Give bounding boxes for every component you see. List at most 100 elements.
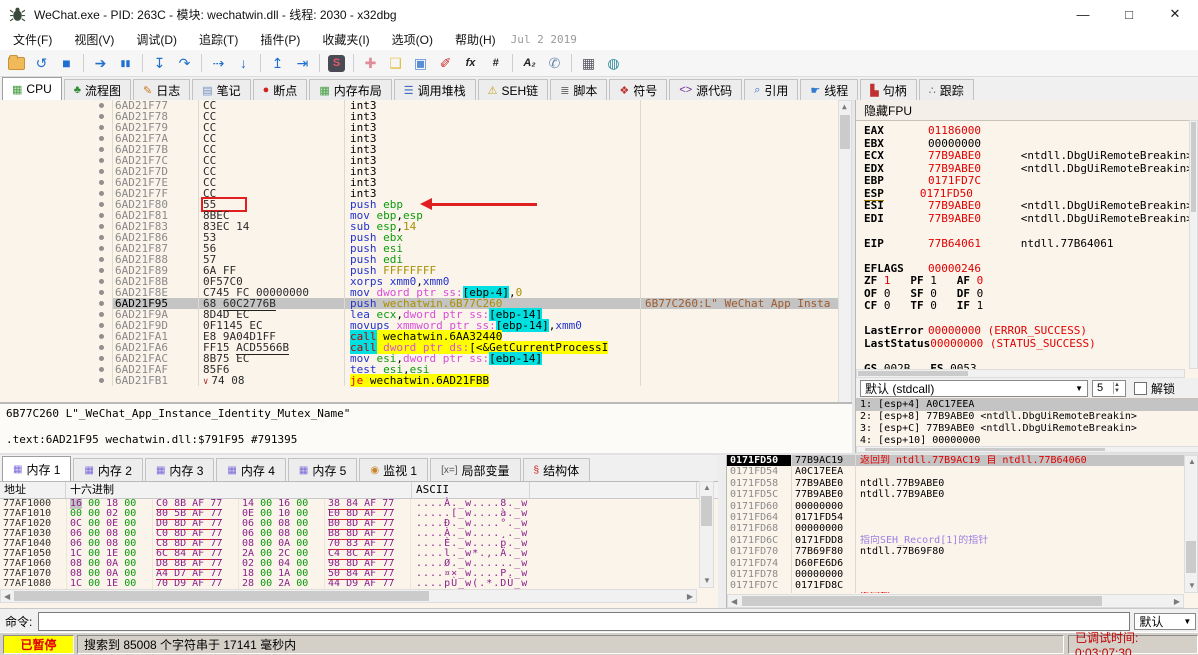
dump-vscrollbar[interactable]: ▲ ▼ — [699, 481, 714, 588]
tab-脚本[interactable]: ≣ 脚本 — [550, 79, 608, 100]
tab-引用[interactable]: ⌕ 引用 — [744, 79, 799, 100]
register-line[interactable]: EBP 0171FD7C — [864, 174, 1198, 188]
run-to-cursor-button[interactable]: ⇢ — [207, 52, 230, 74]
patch-button[interactable]: ✚ — [359, 52, 382, 74]
attach-button[interactable]: ✆ — [543, 52, 566, 74]
argument-row[interactable]: 3: [esp+C] 77B9ABE0 <ntdll.DbgUiRemoteBr… — [856, 423, 1198, 435]
hide-fpu-button[interactable]: 隐藏FPU — [856, 100, 1198, 121]
tab-监视 1[interactable]: ◉ 监视 1 — [359, 458, 429, 481]
comment-button[interactable]: ❑ — [384, 52, 407, 74]
dump-stack-splitter[interactable] — [718, 455, 726, 608]
stop-button[interactable]: ■ — [55, 52, 78, 74]
tab-内存 3[interactable]: ▦ 内存 3 — [144, 458, 215, 481]
menu-item[interactable]: 调试(D) — [127, 31, 186, 49]
stack-row[interactable]: 0171FD68 00000000 — [727, 523, 1198, 535]
maximize-button[interactable]: □ — [1106, 0, 1152, 28]
register-line[interactable]: LastStatus00000000 (STATUS_SUCCESS) — [864, 337, 1198, 351]
tab-SEH链[interactable]: ⚠ SEH链 — [477, 79, 549, 100]
argument-row[interactable]: 2: [esp+8] 77B9ABE0 <ntdll.DbgUiRemoteBr… — [856, 411, 1198, 423]
stack-row[interactable]: 0171FD54 A0C17EEA — [727, 466, 1198, 478]
command-input[interactable] — [38, 611, 1131, 631]
unlock-checkbox[interactable] — [1134, 381, 1147, 395]
language-button[interactable]: ◍ — [602, 52, 625, 74]
command-mode-select[interactable]: 默认 ▼ — [1134, 612, 1197, 630]
tab-内存 2[interactable]: ▦ 内存 2 — [73, 458, 143, 481]
run-to-user-code-button[interactable]: ⇥ — [291, 52, 314, 74]
tab-调用堆栈[interactable]: ☰ 调用堆栈 — [393, 79, 476, 100]
tab-句柄[interactable]: ▙ 句柄 — [860, 79, 917, 100]
stack-row[interactable]: 返回到 — [727, 591, 1198, 593]
menu-item[interactable]: 视图(V) — [65, 31, 123, 49]
tab-CPU[interactable]: ▦ CPU — [2, 77, 62, 100]
step-into-button[interactable]: ↧ — [148, 52, 171, 74]
tab-局部变量[interactable]: [x=] 局部变量 — [430, 458, 521, 481]
stack-hscrollbar[interactable]: ◀ ▶ — [727, 594, 1184, 608]
tab-断点[interactable]: ● 断点 — [252, 79, 308, 100]
disasm-vscrollbar[interactable]: ▲ ▼ — [838, 100, 852, 402]
tab-内存 1[interactable]: ▦ 内存 1 — [2, 456, 72, 481]
register-line[interactable]: EIP 77B64061 ntdll.77B64061 — [864, 237, 1198, 251]
strings-button[interactable]: A₂ — [518, 52, 541, 74]
tab-内存 5[interactable]: ▦ 内存 5 — [287, 458, 358, 481]
disasm-row[interactable]: 6AD21FB1 ∨ 74 08 je wechatwin.6AD21FBB — [0, 374, 852, 387]
menu-item[interactable]: 追踪(T) — [190, 31, 247, 49]
tab-源代码[interactable]: <> 源代码 — [669, 79, 743, 100]
stack-row[interactable]: 0171FD64 0171FD54 — [727, 511, 1198, 524]
argument-count-spinner[interactable]: 5 ▲ ▼ — [1092, 379, 1126, 397]
stack-row[interactable]: 0171FD50 77B9AC19 返回到 ntdll.77B9AC19 自 ntd… — [727, 455, 1198, 467]
register-line[interactable] — [864, 250, 1198, 263]
stack-row[interactable]: 0171FD70 77B69F80 ntdll.77B69F80 — [727, 546, 1198, 558]
tab-笔记[interactable]: ▤ 笔记 — [192, 79, 251, 100]
analysis-remove-button[interactable]: ✐ — [434, 52, 457, 74]
arguments-view[interactable]: 1: [esp+4] A0C17EEA 2: [esp+8] 77B9ABE0 <… — [856, 398, 1198, 447]
tab-内存布局[interactable]: ▦ 内存布局 — [309, 79, 392, 100]
menu-item[interactable]: 收藏夹(I) — [313, 31, 378, 49]
menu-item[interactable]: 插件(P) — [251, 31, 309, 49]
step-out-button[interactable]: ↥ — [266, 52, 289, 74]
scylla-button[interactable]: S — [325, 52, 348, 74]
assemble-fx-button[interactable]: fx — [459, 52, 482, 74]
tab-结构体[interactable]: § 结构体 — [522, 458, 591, 481]
stack-row[interactable]: 0171FD74 D60FE6D6 — [727, 557, 1198, 569]
disassembly-panel[interactable]: 6AD21F77 CC int3 6AD21F78 CC int3 6AD21F79 CC in… — [0, 100, 852, 402]
stack-row[interactable]: 0171FD5C 77B9ABE0 ntdll.77B9ABE0 — [727, 489, 1198, 501]
stack-row[interactable]: 0171FD7C 0171FD8C — [727, 580, 1198, 592]
step-over-button[interactable]: ↷ — [173, 52, 196, 74]
menu-item[interactable]: 帮助(H) — [446, 31, 505, 49]
stack-row[interactable]: 0171FD60 00000000 — [727, 500, 1198, 512]
run-button[interactable]: ➔ — [89, 52, 112, 74]
register-line[interactable]: EDX 77B9ABE0 <ntdll.DbgUiRemoteBreakin> — [864, 162, 1198, 176]
registers-vscrollbar[interactable] — [1189, 120, 1198, 369]
dump-hscrollbar[interactable]: ◀ ▶ — [0, 589, 697, 603]
tab-流程图[interactable]: ♣ 流程图 — [63, 79, 131, 100]
stack-row[interactable]: 0171FD78 00000000 — [727, 568, 1198, 581]
pause-button[interactable]: ▮▮ — [114, 52, 137, 74]
restart-button[interactable]: ↺ — [30, 52, 53, 74]
register-list[interactable]: EAX 01186000 EBX 00000000 ECX 77B9ABE0 <ntdll… — [856, 121, 1198, 375]
tab-线程[interactable]: ☛ 线程 — [800, 79, 859, 100]
label-button[interactable]: ▣ — [409, 52, 432, 74]
registers-hscrollbar[interactable] — [856, 369, 1185, 378]
calculator-button[interactable]: ▦ — [577, 52, 600, 74]
open-file-button[interactable] — [5, 52, 28, 74]
stack-row[interactable]: 0171FD6C 0171FDD8 指向SEH_Record[1]的指针 — [727, 534, 1198, 547]
register-line[interactable]: CF 0 TF 0 IF 1 — [864, 299, 1198, 313]
stack-panel[interactable]: 0171FD50 77B9AC19 返回到 ntdll.77B9AC19 自 ntd… — [726, 455, 1198, 608]
hash-button[interactable]: # — [484, 52, 507, 74]
dump-row[interactable]: 77AF1080 1C 00 1E 00 70 D9 AF 77 28 00 2A 0… — [0, 578, 718, 590]
stack-row[interactable]: 0171FD58 77B9ABE0 ntdll.77B9ABE0 — [727, 477, 1198, 490]
tab-跟踪[interactable]: ∴ 跟踪 — [918, 79, 974, 100]
memory-dump-panel[interactable]: ▦ 内存 1 ▦ 内存 2 ▦ 内存 3 ▦ 内存 4 ▦ 内存 5 ◉ 监视 1 [x=] 局部变量 § 结… — [0, 455, 718, 608]
arguments-hscrollbar[interactable] — [856, 446, 1198, 453]
close-button[interactable]: ✕ — [1152, 0, 1198, 28]
menu-item[interactable]: 文件(F) — [4, 31, 61, 49]
register-line[interactable]: EDI 77B9ABE0 <ntdll.DbgUiRemoteBreakin> — [864, 212, 1198, 226]
calling-convention-select[interactable]: 默认 (stdcall) ▼ — [860, 379, 1088, 397]
minimize-button[interactable]: — — [1060, 0, 1106, 28]
stack-vscrollbar[interactable]: ▲ ▼ — [1184, 455, 1198, 593]
tab-符号[interactable]: ❖ 符号 — [609, 79, 668, 100]
tab-内存 4[interactable]: ▦ 内存 4 — [216, 458, 286, 481]
argument-row[interactable]: 1: [esp+4] A0C17EEA — [856, 399, 1198, 411]
register-line[interactable]: EAX 01186000 — [864, 124, 1198, 138]
step-until-return-button[interactable]: ↓ — [232, 52, 255, 74]
